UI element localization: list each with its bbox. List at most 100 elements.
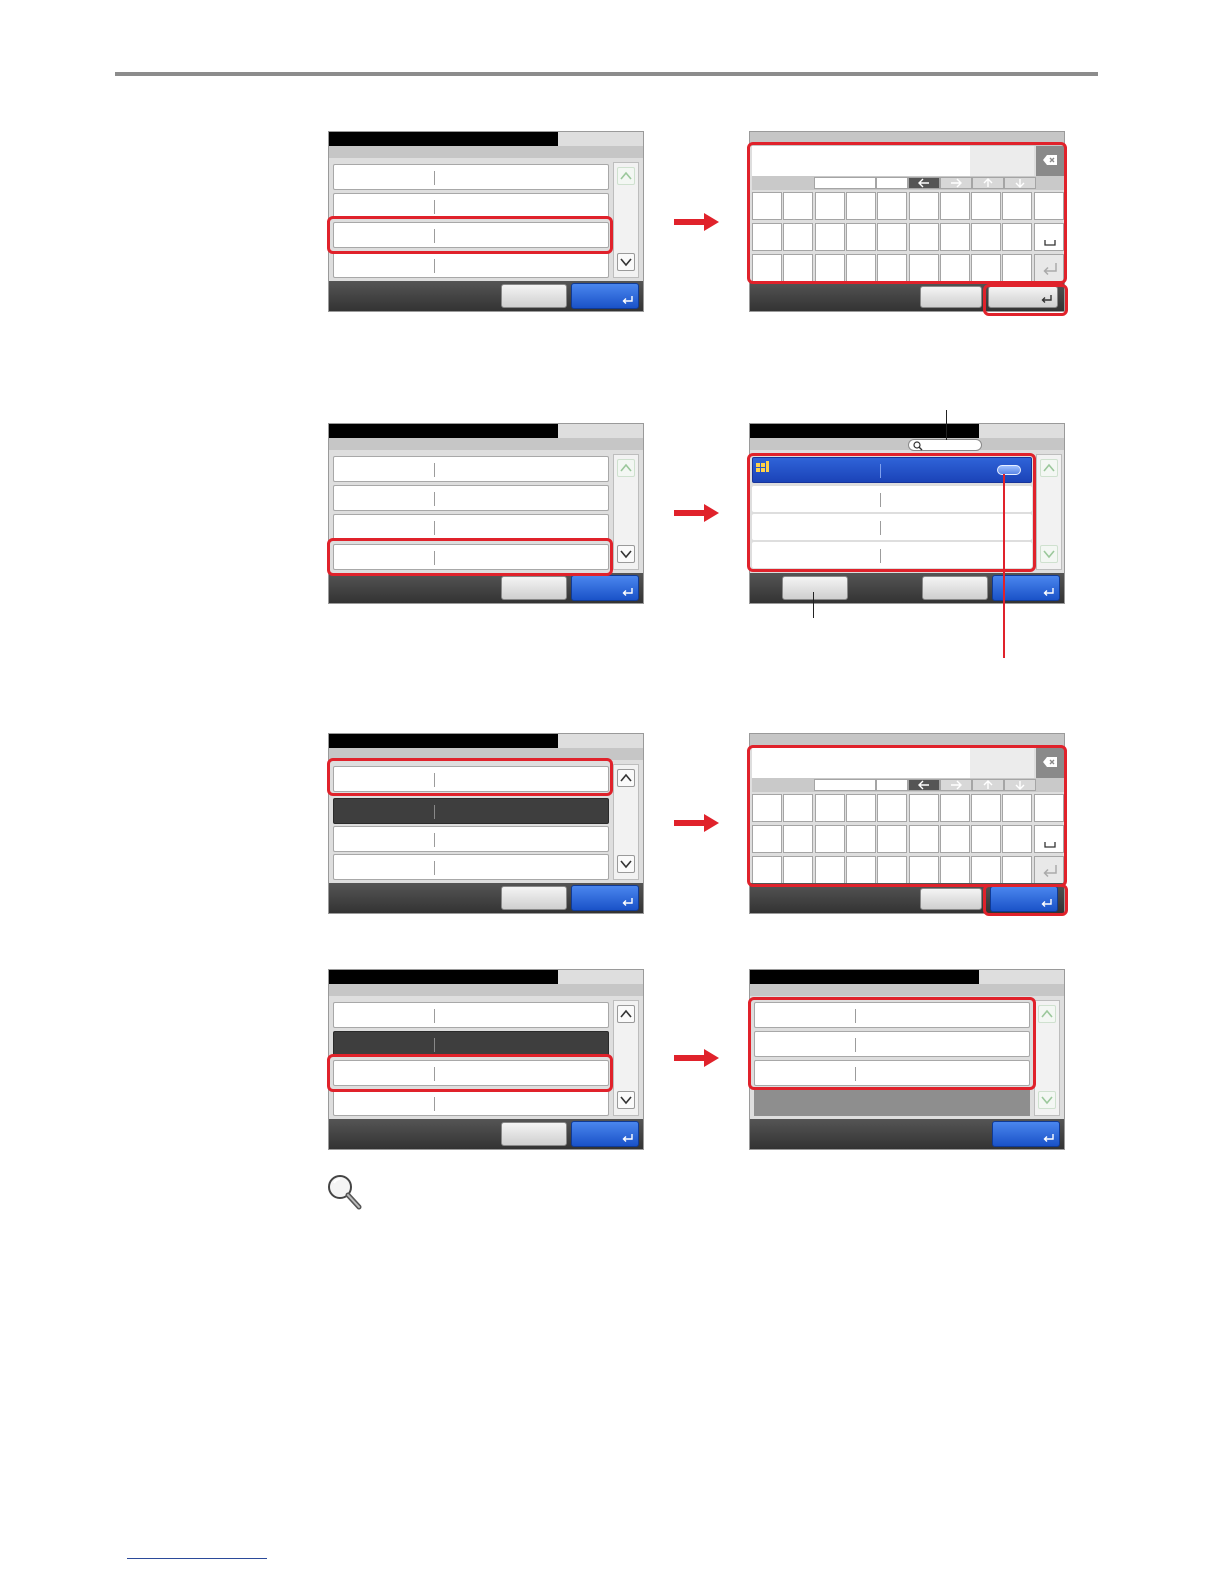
ok-button[interactable] <box>571 885 639 911</box>
keyboard-key[interactable] <box>971 856 1002 884</box>
text-input[interactable] <box>752 146 970 176</box>
arrow-up-key[interactable] <box>972 779 1004 791</box>
list-item[interactable] <box>333 456 609 482</box>
ok-button[interactable] <box>988 286 1058 308</box>
keyboard-key[interactable] <box>845 192 876 220</box>
arrow-left-key[interactable] <box>908 177 940 189</box>
keyboard-key[interactable] <box>845 825 876 853</box>
keyboard-key[interactable] <box>752 223 782 251</box>
keyboard-key[interactable] <box>1033 794 1064 822</box>
cursor-spinner[interactable] <box>814 779 876 791</box>
scrollbar[interactable] <box>613 764 639 880</box>
arrow-up-key[interactable] <box>972 177 1004 189</box>
backspace-key[interactable] <box>1036 146 1064 176</box>
list-item[interactable] <box>333 485 609 511</box>
keyboard-key[interactable] <box>877 254 908 282</box>
keyboard-key[interactable] <box>783 254 814 282</box>
cancel-button[interactable] <box>501 576 567 600</box>
keyboard-key[interactable] <box>783 192 814 220</box>
scrollbar[interactable] <box>1036 454 1062 570</box>
scroll-down-button[interactable] <box>617 545 635 563</box>
list-item[interactable] <box>333 1090 609 1116</box>
keyboard-key[interactable] <box>783 794 814 822</box>
keyboard-key[interactable] <box>752 794 782 822</box>
keyboard-key[interactable] <box>971 254 1002 282</box>
list-item[interactable] <box>754 1060 1030 1086</box>
keyboard-key[interactable] <box>752 192 782 220</box>
text-input[interactable] <box>752 748 970 778</box>
keyboard-key[interactable] <box>845 856 876 884</box>
list-item[interactable] <box>754 1002 1030 1028</box>
scroll-up-button[interactable] <box>617 769 635 787</box>
keyboard-key[interactable] <box>877 856 908 884</box>
keyboard-key[interactable] <box>971 223 1002 251</box>
keyboard-key[interactable] <box>877 192 908 220</box>
keyboard-key[interactable] <box>783 825 814 853</box>
keyboard-key[interactable] <box>877 825 908 853</box>
keyboard-key[interactable] <box>1002 223 1033 251</box>
list-item[interactable] <box>333 164 609 190</box>
keyboard-key[interactable] <box>908 794 939 822</box>
arrow-left-key[interactable] <box>908 779 940 791</box>
keyboard-key[interactable] <box>908 825 939 853</box>
enter-key[interactable] <box>1033 254 1064 282</box>
space-key[interactable] <box>1033 825 1064 853</box>
ok-button[interactable] <box>990 886 1058 912</box>
keyboard-key[interactable] <box>845 794 876 822</box>
list-item[interactable] <box>333 193 609 219</box>
keyboard-key[interactable] <box>814 254 845 282</box>
cancel-button[interactable] <box>920 286 982 308</box>
ok-button[interactable] <box>992 1121 1060 1147</box>
backspace-key[interactable] <box>1036 748 1064 778</box>
keyboard-key[interactable] <box>971 192 1002 220</box>
keyboard-key[interactable] <box>752 254 782 282</box>
address-entry[interactable] <box>752 514 1032 540</box>
address-entry[interactable] <box>752 542 1032 568</box>
keyboard-key[interactable] <box>845 254 876 282</box>
scrollbar[interactable] <box>613 454 639 570</box>
scroll-up-button[interactable] <box>1040 459 1058 477</box>
list-item[interactable] <box>333 854 609 880</box>
list-item[interactable] <box>333 252 609 278</box>
menu-button[interactable] <box>782 576 848 600</box>
list-item[interactable] <box>333 1060 609 1086</box>
keyboard-key[interactable] <box>814 223 845 251</box>
toolbar-key[interactable] <box>876 779 908 791</box>
keyboard-key[interactable] <box>908 254 939 282</box>
scroll-down-button[interactable] <box>617 855 635 873</box>
arrow-down-key[interactable] <box>1004 779 1036 791</box>
list-item[interactable] <box>333 1002 609 1028</box>
ok-button[interactable] <box>571 1121 639 1147</box>
ok-button[interactable] <box>571 575 639 601</box>
keyboard-key[interactable] <box>814 192 845 220</box>
arrow-down-key[interactable] <box>1004 177 1036 189</box>
address-entry[interactable] <box>752 486 1032 512</box>
keyboard-key[interactable] <box>877 223 908 251</box>
keyboard-key[interactable] <box>939 223 970 251</box>
keyboard-key[interactable] <box>783 223 814 251</box>
keyboard-key[interactable] <box>814 825 845 853</box>
keyboard-key[interactable] <box>1002 856 1033 884</box>
scrollbar[interactable] <box>613 1000 639 1116</box>
scroll-down-button[interactable] <box>1040 545 1058 563</box>
scroll-up-button[interactable] <box>617 167 635 185</box>
keyboard-key[interactable] <box>1002 192 1033 220</box>
arrow-right-key[interactable] <box>940 779 972 791</box>
keyboard-key[interactable] <box>971 794 1002 822</box>
scroll-up-button[interactable] <box>617 1005 635 1023</box>
keyboard-key[interactable] <box>1002 825 1033 853</box>
detail-button[interactable] <box>997 465 1021 475</box>
keyboard-key[interactable] <box>908 192 939 220</box>
list-item[interactable] <box>333 544 609 570</box>
keyboard-key[interactable] <box>939 825 970 853</box>
cancel-button[interactable] <box>920 888 982 910</box>
cancel-button[interactable] <box>501 284 567 308</box>
scrollbar[interactable] <box>1034 1000 1060 1116</box>
enter-key[interactable] <box>1033 856 1064 884</box>
cursor-spinner[interactable] <box>814 177 876 189</box>
keyboard-key[interactable] <box>939 192 970 220</box>
keyboard-key[interactable] <box>814 794 845 822</box>
keyboard-key[interactable] <box>814 856 845 884</box>
list-item[interactable] <box>333 222 609 248</box>
keyboard-key[interactable] <box>908 223 939 251</box>
